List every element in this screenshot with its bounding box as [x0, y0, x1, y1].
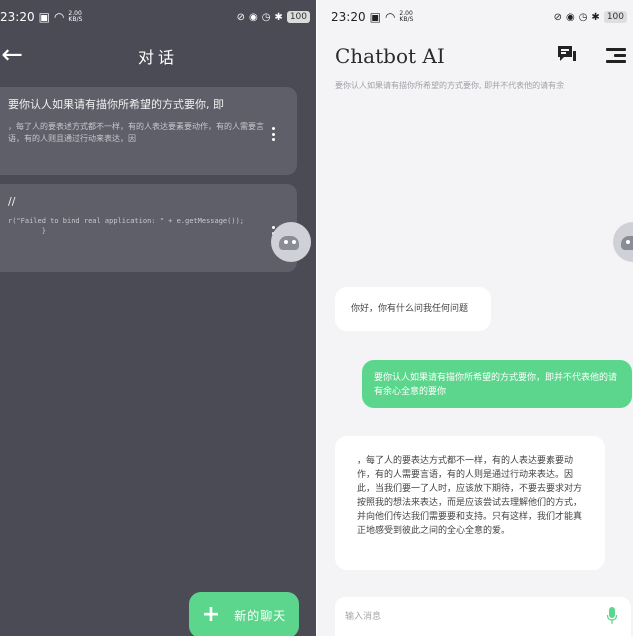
conversation-item[interactable]: // r("Failed to bind real application: "…	[0, 184, 297, 272]
bot-message: ，每了人的要表达方式都不一样，有的人表达要素要动作，有的人需要言语，有的人则是通…	[335, 436, 605, 570]
user-message: 要你认人如果请有描你所希望的方式要你，即并不代表他的请有余心全意的要你	[362, 360, 632, 408]
conversation-heading: //	[8, 195, 16, 208]
chat-history-icon[interactable]	[557, 45, 577, 63]
image-notification-icon: ▣	[369, 10, 381, 24]
status-bar: 23:20 ▣ ◠ 2.00 KB/S ⊘ ◉ ◷ ✱ 100	[317, 0, 633, 34]
chat-screen: 23:20 ▣ ◠ 2.00 KB/S ⊘ ◉ ◷ ✱ 100 Chatbot …	[317, 0, 633, 636]
microphone-icon[interactable]	[607, 607, 617, 625]
page-title: 对话	[137, 48, 178, 67]
battery-indicator: 100	[286, 11, 310, 23]
bot-message: 你好，你有什么问我任何问题	[335, 287, 491, 331]
image-notification-icon: ▣	[38, 10, 50, 24]
location-icon: ◉	[248, 11, 258, 23]
app-title: Chatbot AI	[335, 44, 445, 68]
bluetooth-icon: ✱	[274, 11, 283, 23]
bluetooth-icon: ✱	[591, 11, 600, 23]
location-icon: ◉	[565, 11, 575, 23]
floating-robot-icon[interactable]	[613, 222, 633, 262]
conversation-preview: r("Failed to bind real application: " + …	[8, 217, 245, 235]
alarm-icon: ◷	[261, 11, 271, 23]
wifi-icon: ◠	[384, 10, 396, 24]
status-time: 23:20	[331, 10, 366, 24]
new-chat-label: 新的聊天	[234, 608, 287, 623]
status-bar: 23:20 ▣ ◠ 2.00 KB/S ⊘ ◉ ◷ ✱ 100	[0, 0, 316, 34]
status-time: 23:20	[0, 10, 35, 24]
message-input-placeholder: 输入消息	[345, 612, 382, 622]
network-speed: 2.00 KB/S	[399, 10, 414, 23]
floating-robot-icon[interactable]	[271, 222, 311, 262]
menu-icon[interactable]	[606, 48, 626, 64]
conversation-list-screen: 23:20 ▣ ◠ 2.00 KB/S ⊘ ◉ ◷ ✱ 100 ← 对话 要你认…	[0, 0, 316, 636]
conversation-heading: 要你认人如果请有描你所希望的方式要你, 即	[8, 98, 224, 111]
chat-subtitle: 要你认人如果请有描你所希望的方式要你, 即并不代表他的请有余	[335, 81, 565, 90]
app-bar: ← 对话	[0, 38, 316, 74]
wifi-icon: ◠	[53, 10, 65, 24]
battery-indicator: 100	[603, 11, 627, 23]
alarm-icon: ◷	[578, 11, 588, 23]
plus-icon: +	[201, 602, 221, 627]
new-chat-button[interactable]: + 新的聊天	[189, 592, 299, 636]
mute-icon: ⊘	[236, 11, 245, 23]
conversation-preview: ，每了人的要表述方式都不一样，有的人表达要素要动作，有的人需要言语，有的人则且通…	[8, 122, 264, 143]
conversation-item[interactable]: 要你认人如果请有描你所希望的方式要你, 即 ，每了人的要表述方式都不一样，有的人…	[0, 87, 297, 175]
mute-icon: ⊘	[553, 11, 562, 23]
message-input[interactable]: 输入消息	[335, 597, 631, 636]
more-options-icon[interactable]	[271, 127, 275, 141]
network-speed: 2.00 KB/S	[68, 10, 83, 23]
